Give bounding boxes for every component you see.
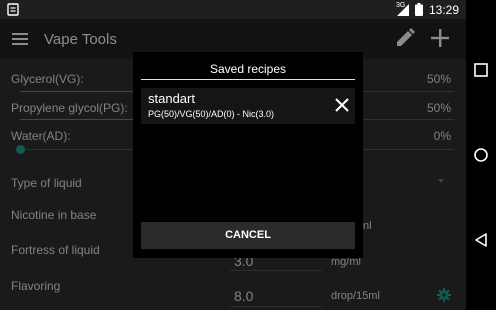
back-icon[interactable] bbox=[473, 232, 489, 248]
system-nav-bar bbox=[466, 0, 496, 310]
dialog-title: Saved recipes bbox=[209, 62, 287, 76]
clock: 13:29 bbox=[429, 3, 460, 17]
recipe-item[interactable]: standart PG(50)/VG(50)/AD(0) - Nic(3.0) bbox=[141, 88, 355, 124]
app-screen: 3G 13:29 Vape Tools Glycerol(VG): 50% Pr… bbox=[0, 0, 466, 310]
dialog-divider bbox=[141, 79, 355, 80]
cancel-button[interactable]: CANCEL bbox=[141, 222, 355, 249]
signal-icon bbox=[397, 4, 409, 16]
close-icon[interactable] bbox=[334, 97, 350, 113]
recipe-summary: PG(50)/VG(50)/AD(0) - Nic(3.0) bbox=[148, 109, 275, 119]
battery-icon bbox=[415, 3, 423, 16]
saved-recipes-dialog: Saved recipes standart PG(50)/VG(50)/AD(… bbox=[133, 52, 363, 258]
notification-icon bbox=[7, 3, 19, 16]
status-bar: 3G 13:29 bbox=[0, 0, 466, 19]
recipe-name: standart bbox=[148, 91, 195, 106]
home-icon[interactable] bbox=[473, 147, 489, 163]
recents-icon[interactable] bbox=[473, 62, 489, 78]
